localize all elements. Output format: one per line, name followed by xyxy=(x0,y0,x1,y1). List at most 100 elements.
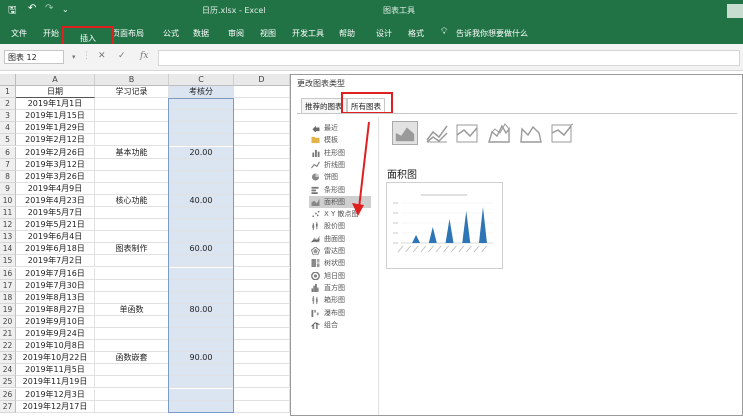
cell-c[interactable] xyxy=(169,364,234,377)
cell-d[interactable] xyxy=(234,255,290,268)
cell-c[interactable] xyxy=(169,315,234,328)
cell-d[interactable] xyxy=(234,303,290,316)
cell-d[interactable] xyxy=(234,158,290,171)
redo-icon[interactable]: ↷ xyxy=(45,3,53,14)
cell-d[interactable] xyxy=(234,134,290,147)
row-header[interactable]: 6 xyxy=(0,146,16,159)
cell-b[interactable]: 基本功能 xyxy=(95,146,169,159)
cell-a[interactable]: 2019年5月7日 xyxy=(16,207,95,220)
cell-d[interactable] xyxy=(234,207,290,220)
cell-b[interactable] xyxy=(95,255,169,268)
cell-d[interactable] xyxy=(234,376,290,389)
row-header[interactable]: 26 xyxy=(0,388,16,401)
cell-a[interactable]: 2019年6月4日 xyxy=(16,231,95,244)
row-header[interactable]: 12 xyxy=(0,219,16,232)
cell-a[interactable]: 2019年7月2日 xyxy=(16,255,95,268)
cell-d[interactable] xyxy=(234,243,290,256)
cell-a[interactable]: 2019年9月10日 xyxy=(16,315,95,328)
cell-b[interactable] xyxy=(95,134,169,147)
row-header[interactable]: 25 xyxy=(0,376,16,389)
cell-c[interactable] xyxy=(169,328,234,341)
cell-d[interactable] xyxy=(234,182,290,195)
row-header[interactable]: 23 xyxy=(0,352,16,365)
tab-help[interactable]: 帮助 xyxy=(339,28,355,39)
column-header-d[interactable]: D xyxy=(234,74,290,86)
cell-a[interactable]: 日期 xyxy=(16,86,95,99)
tab-chart-format[interactable]: 格式 xyxy=(408,28,424,39)
chart-category-item[interactable]: 股价图 xyxy=(311,220,345,232)
cell-c[interactable] xyxy=(169,182,234,195)
cell-d[interactable] xyxy=(234,86,290,99)
chart-category-item[interactable]: 树状图 xyxy=(311,257,345,269)
cell-b[interactable]: 函数嵌套 xyxy=(95,352,169,365)
cell-d[interactable] xyxy=(234,400,290,413)
cell-a[interactable]: 2019年4月23日 xyxy=(16,194,95,207)
row-header[interactable]: 15 xyxy=(0,255,16,268)
cell-a[interactable]: 2019年7月16日 xyxy=(16,267,95,280)
customize-quick-access-icon[interactable]: ⌄ xyxy=(62,5,69,14)
chart-category-item[interactable]: 柱形图 xyxy=(311,147,345,159)
chart-category-item[interactable]: 模板 xyxy=(311,134,338,146)
cell-d[interactable] xyxy=(234,194,290,207)
cell-c[interactable] xyxy=(169,388,234,401)
cell-b[interactable] xyxy=(95,98,169,111)
cell-c[interactable] xyxy=(169,158,234,171)
row-header[interactable]: 1 xyxy=(0,86,16,99)
cell-b[interactable] xyxy=(95,388,169,401)
cell-b[interactable] xyxy=(95,267,169,280)
chart-category-item[interactable]: 曲面图 xyxy=(311,233,345,245)
cell-b[interactable]: 单函数 xyxy=(95,303,169,316)
column-header-a[interactable]: A xyxy=(16,74,95,86)
cell-c[interactable] xyxy=(169,255,234,268)
cell-b[interactable] xyxy=(95,110,169,123)
cell-a[interactable]: 2019年4月9日 xyxy=(16,182,95,195)
tab-home[interactable]: 开始 xyxy=(43,28,59,39)
row-header[interactable]: 13 xyxy=(0,231,16,244)
chart-category-item[interactable]: 雷达图 xyxy=(311,245,345,257)
chart-category-item[interactable]: 面积图 xyxy=(309,195,371,208)
cell-d[interactable] xyxy=(234,219,290,232)
chart-category-item[interactable]: 最近 xyxy=(311,122,338,134)
row-header[interactable]: 10 xyxy=(0,194,16,207)
cell-a[interactable]: 2019年11月5日 xyxy=(16,364,95,377)
cell-c[interactable] xyxy=(169,267,234,280)
cell-b[interactable] xyxy=(95,219,169,232)
enter-icon[interactable]: ✓ xyxy=(118,51,126,61)
area-subtype-3d-stacked-area[interactable] xyxy=(518,121,544,145)
select-all-corner[interactable] xyxy=(0,74,16,86)
cell-a[interactable]: 2019年10月22日 xyxy=(16,352,95,365)
chart-category-item[interactable]: 组合 xyxy=(311,319,338,331)
chart-category-item[interactable]: 直方图 xyxy=(311,282,345,294)
row-header[interactable]: 3 xyxy=(0,110,16,123)
area-subtype-3d-percent-stacked-area[interactable] xyxy=(549,121,575,145)
cell-a[interactable]: 2019年7月30日 xyxy=(16,279,95,292)
area-subtype-3d-area[interactable] xyxy=(486,121,512,145)
row-header[interactable]: 18 xyxy=(0,291,16,304)
cell-a[interactable]: 2019年6月18日 xyxy=(16,243,95,256)
tab-recommended-charts[interactable]: 推荐的图表 xyxy=(301,98,347,114)
cell-a[interactable]: 2019年8月13日 xyxy=(16,291,95,304)
cell-a[interactable]: 2019年1月15日 xyxy=(16,110,95,123)
row-header[interactable]: 22 xyxy=(0,340,16,353)
area-subtype-area[interactable] xyxy=(392,121,418,145)
cell-a[interactable]: 2019年1月1日 xyxy=(16,98,95,111)
cell-c[interactable] xyxy=(169,170,234,183)
cell-d[interactable] xyxy=(234,98,290,111)
chart-category-item[interactable]: 瀑布图 xyxy=(311,307,345,319)
row-header[interactable]: 20 xyxy=(0,315,16,328)
insert-function-icon[interactable]: fx xyxy=(140,51,148,61)
tab-data[interactable]: 数据 xyxy=(193,28,209,39)
cell-d[interactable] xyxy=(234,146,290,159)
cell-a[interactable]: 2019年8月27日 xyxy=(16,303,95,316)
cell-b[interactable] xyxy=(95,231,169,244)
column-header-b[interactable]: B xyxy=(95,74,169,86)
name-box[interactable]: 图表 12 xyxy=(4,50,64,64)
row-header[interactable]: 21 xyxy=(0,328,16,341)
cell-c[interactable]: 60.00 xyxy=(169,243,234,256)
cell-d[interactable] xyxy=(234,279,290,292)
row-header[interactable]: 14 xyxy=(0,243,16,256)
area-subtype-stacked-area[interactable] xyxy=(424,121,450,145)
tab-chart-design[interactable]: 设计 xyxy=(376,28,392,39)
tab-formulas[interactable]: 公式 xyxy=(163,28,179,39)
cell-d[interactable] xyxy=(234,267,290,280)
